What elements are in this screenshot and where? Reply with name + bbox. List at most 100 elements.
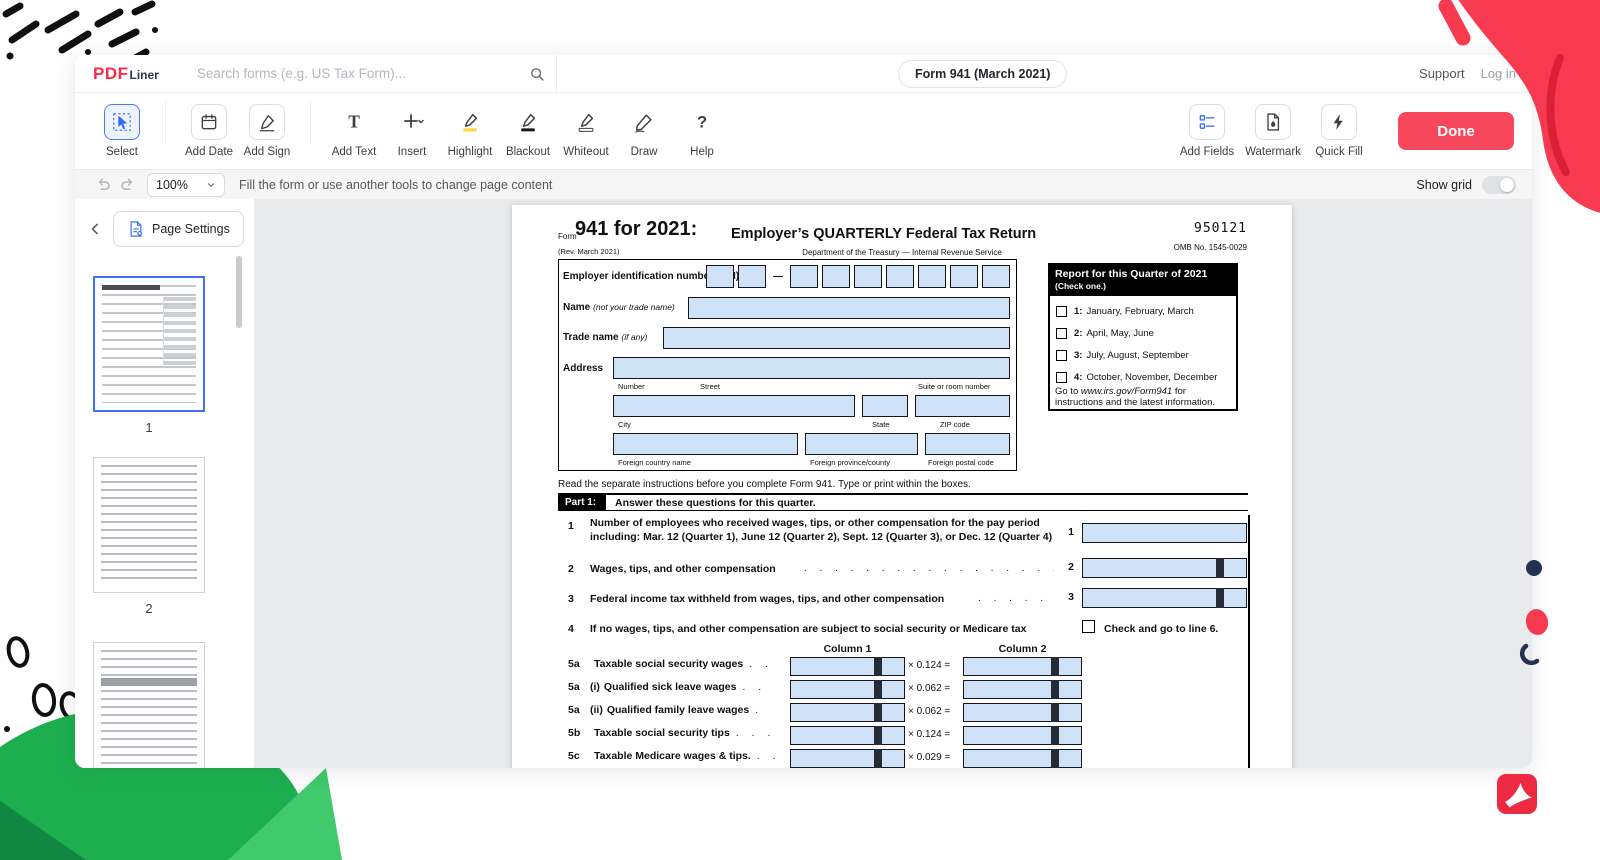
hint-zip: ZIP code xyxy=(940,420,970,429)
row-5a-ii-col1-field[interactable] xyxy=(790,703,905,722)
trade-name-field[interactable] xyxy=(663,327,1010,349)
tool-quick-fill[interactable]: Quick Fill xyxy=(1306,104,1372,158)
tool-blackout[interactable]: Blackout xyxy=(499,104,557,158)
option-number: 3: xyxy=(1074,350,1082,361)
trade-name-label: Trade name (if any) xyxy=(563,332,647,343)
foreign-province-field[interactable] xyxy=(805,433,918,455)
tool-add-date[interactable]: Add Date xyxy=(180,104,238,158)
blackout-marker-icon xyxy=(510,104,546,140)
ein-digit-box[interactable] xyxy=(950,265,978,288)
form-revision: (Rev. March 2021) xyxy=(558,247,620,256)
line3-number: 3 xyxy=(568,593,574,605)
foreign-country-field[interactable] xyxy=(613,433,798,455)
line3-withheld-field[interactable] xyxy=(1082,588,1247,608)
tool-add-sign[interactable]: Add Sign xyxy=(238,104,296,158)
hint-city: City xyxy=(618,420,631,429)
option-label: July, August, September xyxy=(1086,350,1188,361)
zoom-select[interactable]: 100% xyxy=(147,173,225,197)
page-number-label: 2 xyxy=(93,601,205,616)
right-column-rule xyxy=(1248,515,1250,768)
ein-digit-box[interactable] xyxy=(706,265,734,288)
row-5a-i-col1-field[interactable] xyxy=(790,680,905,699)
row-number: 5c xyxy=(568,750,590,762)
row-5a-i-col2-field[interactable] xyxy=(963,680,1082,699)
tool-insert[interactable]: Insert xyxy=(383,104,441,158)
ein-digit-box[interactable] xyxy=(790,265,818,288)
main-toolbar: Select Add Date Add Sign T Add Text xyxy=(75,93,1532,169)
cents-separator xyxy=(1216,558,1224,578)
page-thumbnail-2[interactable] xyxy=(93,457,205,593)
line1-employees-field[interactable] xyxy=(1082,523,1247,543)
tool-select[interactable]: Select xyxy=(93,104,151,158)
calendar-icon xyxy=(191,104,227,140)
tool-watermark[interactable]: Watermark xyxy=(1240,104,1306,158)
foreign-postal-field[interactable] xyxy=(925,433,1010,455)
tool-add-fields[interactable]: Add Fields xyxy=(1174,104,1240,158)
done-button[interactable]: Done xyxy=(1398,112,1514,150)
search-input[interactable] xyxy=(197,66,528,81)
hint-foreign-postal: Foreign postal code xyxy=(928,458,994,467)
row-dot-leader: . . . xyxy=(736,727,776,739)
row-label: Taxable social security tips xyxy=(594,727,730,739)
sidebar-scrollbar[interactable] xyxy=(236,256,242,328)
line4-checkbox[interactable] xyxy=(1082,620,1095,633)
red-inner-shade xyxy=(1550,58,1566,172)
tool-add-text[interactable]: T Add Text xyxy=(325,104,383,158)
row-label: Taxable Medicare wages & tips. xyxy=(594,750,751,762)
row-5a-ii-col2-field[interactable] xyxy=(963,703,1082,722)
row-label: Qualified family leave wages xyxy=(607,704,749,716)
pdf-badge xyxy=(1497,774,1537,814)
collapse-sidebar-button[interactable] xyxy=(85,219,105,244)
tool-help[interactable]: ? Help xyxy=(673,104,731,158)
quarter-4-checkbox[interactable] xyxy=(1056,372,1067,383)
page-thumbnail-3[interactable] xyxy=(93,642,205,768)
page-thumbnail-1[interactable] xyxy=(93,276,205,412)
show-grid-toggle[interactable] xyxy=(1482,176,1516,194)
green-dark-triangle xyxy=(0,794,86,860)
pdfliner-logo[interactable]: PDF Liner xyxy=(75,64,159,84)
row-5b-col1-field[interactable] xyxy=(790,726,905,745)
tool-label: Quick Fill xyxy=(1315,146,1362,158)
quarter-3-checkbox[interactable] xyxy=(1056,350,1067,361)
name-field[interactable] xyxy=(688,297,1010,319)
support-link[interactable]: Support xyxy=(1419,66,1465,81)
address-street-field[interactable] xyxy=(613,357,1010,379)
row-5a-col1-field[interactable] xyxy=(790,657,905,676)
cents-separator xyxy=(874,749,882,768)
line2-wages-field[interactable] xyxy=(1082,558,1247,578)
tool-draw[interactable]: Draw xyxy=(615,104,673,158)
hint-foreign-province: Foreign province/county xyxy=(810,458,890,467)
zero-doodles xyxy=(6,636,83,721)
form-barcode-number: 950121 xyxy=(1194,221,1247,236)
hint-state: State xyxy=(872,420,890,429)
row-multiplier: × 0.124 = xyxy=(908,729,950,740)
zip-field[interactable] xyxy=(915,395,1010,417)
ein-digit-box[interactable] xyxy=(886,265,914,288)
quarter-2-checkbox[interactable] xyxy=(1056,328,1067,339)
row-5b-col2-field[interactable] xyxy=(963,726,1082,745)
page-settings-button[interactable]: Page Settings xyxy=(113,211,244,247)
state-field[interactable] xyxy=(862,395,908,417)
undo-button[interactable] xyxy=(91,174,115,196)
row-5a-col2-field[interactable] xyxy=(963,657,1082,676)
search-icon[interactable] xyxy=(528,65,546,83)
form-title: Employer’s QUARTERLY Federal Tax Return xyxy=(731,226,1036,242)
ein-digit-box[interactable] xyxy=(854,265,882,288)
ein-digit-box[interactable] xyxy=(822,265,850,288)
ein-digit-box[interactable] xyxy=(738,265,766,288)
tool-highlight[interactable]: Highlight xyxy=(441,104,499,158)
row-5c-col2-field[interactable] xyxy=(963,749,1082,768)
city-field[interactable] xyxy=(613,395,855,417)
ein-digit-box[interactable] xyxy=(918,265,946,288)
quarter-1-checkbox[interactable] xyxy=(1056,306,1067,317)
line2-text: Wages, tips, and other compensation xyxy=(590,563,776,575)
row-5c-col1-field[interactable] xyxy=(790,749,905,768)
ein-digit-box[interactable] xyxy=(982,265,1010,288)
login-link[interactable]: Log in xyxy=(1481,66,1516,81)
redo-button[interactable] xyxy=(115,174,139,196)
tool-label: Whiteout xyxy=(563,146,608,158)
tool-whiteout[interactable]: Whiteout xyxy=(557,104,615,158)
row-multiplier: × 0.062 = xyxy=(908,706,950,717)
row-subnumber: (i) xyxy=(590,681,600,693)
ein-boxes[interactable]: — xyxy=(706,265,1010,288)
